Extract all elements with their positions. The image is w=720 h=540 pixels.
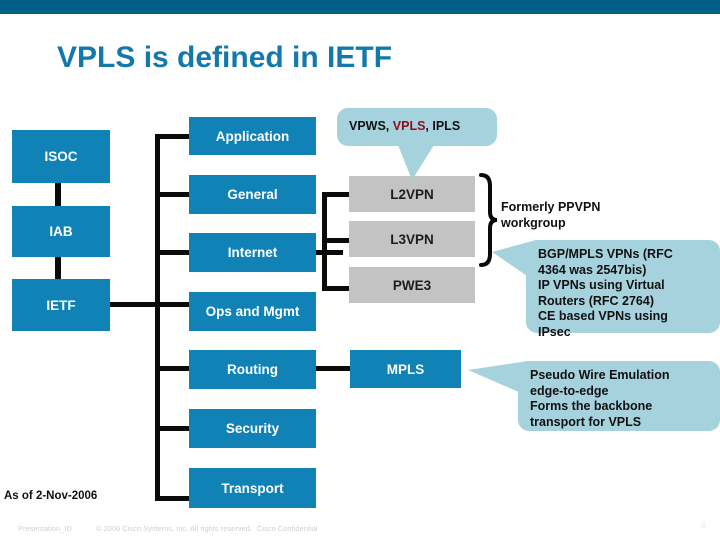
wg-box-l2vpn[interactable]: L2VPN xyxy=(349,176,475,212)
footer-presentation-id: Presentation_ID xyxy=(18,524,72,533)
branch-l3vpn xyxy=(322,238,350,243)
callout-l3vpn-detail: BGP/MPLS VPNs (RFC 4364 was 2547bis) IP … xyxy=(526,240,720,339)
callout-pwe3-line1: Pseudo Wire Emulation xyxy=(530,368,670,382)
callout-vpws-tail xyxy=(398,145,434,180)
connector-routing-mpls xyxy=(316,366,350,371)
area-box-general[interactable]: General xyxy=(189,175,316,214)
wg-box-pwe3[interactable]: PWE3 xyxy=(349,267,475,303)
callout-l3vpn-line1: BGP/MPLS VPNs (RFC xyxy=(538,247,673,261)
branch-general xyxy=(155,192,191,197)
wg-box-pwe3-label: PWE3 xyxy=(392,277,432,293)
branch-routing xyxy=(155,366,191,371)
callout-vpws-text: VPWS, VPLS, IPLS xyxy=(349,119,461,134)
top-banner-bar xyxy=(0,0,720,14)
area-box-application[interactable]: Application xyxy=(189,117,316,155)
annotation-ppvpn-line1: Formerly PPVPN xyxy=(501,200,601,214)
area-box-security-label: Security xyxy=(225,421,280,436)
connector-iab-ietf xyxy=(55,257,61,279)
branch-transport xyxy=(155,496,191,501)
footer-confidential: Cisco Confidential xyxy=(257,524,318,533)
wg-box-l3vpn-label: L3VPN xyxy=(390,231,434,247)
branch-ops-and-mgmt xyxy=(155,302,191,307)
branch-security xyxy=(155,426,191,431)
page-number: 8 xyxy=(700,520,706,530)
slide: VPLS is defined in IETF ISOC IAB IETF Ap… xyxy=(0,0,720,540)
connector-internet-wg-trunk xyxy=(316,250,343,255)
area-box-ops-and-mgmt-label: Ops and Mgmt xyxy=(205,304,300,319)
org-box-iab[interactable]: IAB xyxy=(12,206,110,257)
area-box-internet-label: Internet xyxy=(227,245,278,260)
area-box-routing[interactable]: Routing xyxy=(189,350,316,389)
as-of-date: As of 2-Nov-2006 xyxy=(4,490,98,502)
annotation-ppvpn-line2: workgroup xyxy=(501,215,566,230)
org-box-ietf-label: IETF xyxy=(46,297,76,313)
callout-pwe3-line2: edge-to-edge xyxy=(530,383,609,398)
wg-box-l3vpn[interactable]: L3VPN xyxy=(349,221,475,257)
slide-footer: Presentation_ID © 2006 Cisco Systems, In… xyxy=(0,524,720,540)
org-box-iab-label: IAB xyxy=(49,224,73,239)
annotation-ppvpn: Formerly PPVPN workgroup xyxy=(501,200,681,231)
wg-box-l2vpn-label: L2VPN xyxy=(390,186,434,202)
callout-vpws: VPWS, VPLS, IPLS xyxy=(337,108,497,146)
area-box-security[interactable]: Security xyxy=(189,409,316,448)
callout-pwe3-line3: Forms the backbone xyxy=(530,399,653,413)
org-box-isoc[interactable]: ISOC xyxy=(12,130,110,183)
area-box-transport[interactable]: Transport xyxy=(189,468,316,508)
callout-l3vpn-line6: IPsec xyxy=(538,324,571,339)
footer-copyright: © 2006 Cisco Systems, Inc. All rights re… xyxy=(96,524,253,533)
area-box-application-label: Application xyxy=(215,128,290,144)
callout-pwe3-detail: Pseudo Wire Emulation edge-to-edge Forms… xyxy=(518,361,720,431)
callout-l3vpn-line4: Routers (RFC 2764) xyxy=(538,293,654,308)
org-box-isoc-label: ISOC xyxy=(44,149,78,164)
wg-box-mpls-label: MPLS xyxy=(386,361,425,377)
branch-l2vpn xyxy=(322,192,350,197)
branch-internet xyxy=(155,250,191,255)
page-title: VPLS is defined in IETF xyxy=(57,41,393,74)
area-box-routing-label: Routing xyxy=(227,362,278,377)
callout-l3vpn-line3: IP VPNs using Virtual xyxy=(538,278,665,292)
connector-ietf-trunk xyxy=(110,302,160,307)
callout-vpws-highlight: VPLS xyxy=(392,119,426,134)
callout-l3vpn-line5: CE based VPNs using xyxy=(538,309,668,323)
area-box-internet[interactable]: Internet xyxy=(189,233,316,272)
area-box-general-label: General xyxy=(227,187,278,202)
callout-pwe3-line4: transport for VPLS xyxy=(530,414,642,429)
area-tree-trunk xyxy=(155,134,160,501)
branch-pwe3 xyxy=(322,286,350,291)
org-box-ietf[interactable]: IETF xyxy=(12,279,110,331)
area-box-ops-and-mgmt[interactable]: Ops and Mgmt xyxy=(189,292,316,331)
connector-isoc-iab xyxy=(55,183,61,206)
brace-l2vpn-l3vpn xyxy=(479,173,498,267)
area-box-transport-label: Transport xyxy=(221,480,284,496)
branch-application xyxy=(155,134,191,139)
wg-box-mpls[interactable]: MPLS xyxy=(350,350,461,388)
callout-l3vpn-line2: 4364 was 2547bis) xyxy=(538,262,647,277)
